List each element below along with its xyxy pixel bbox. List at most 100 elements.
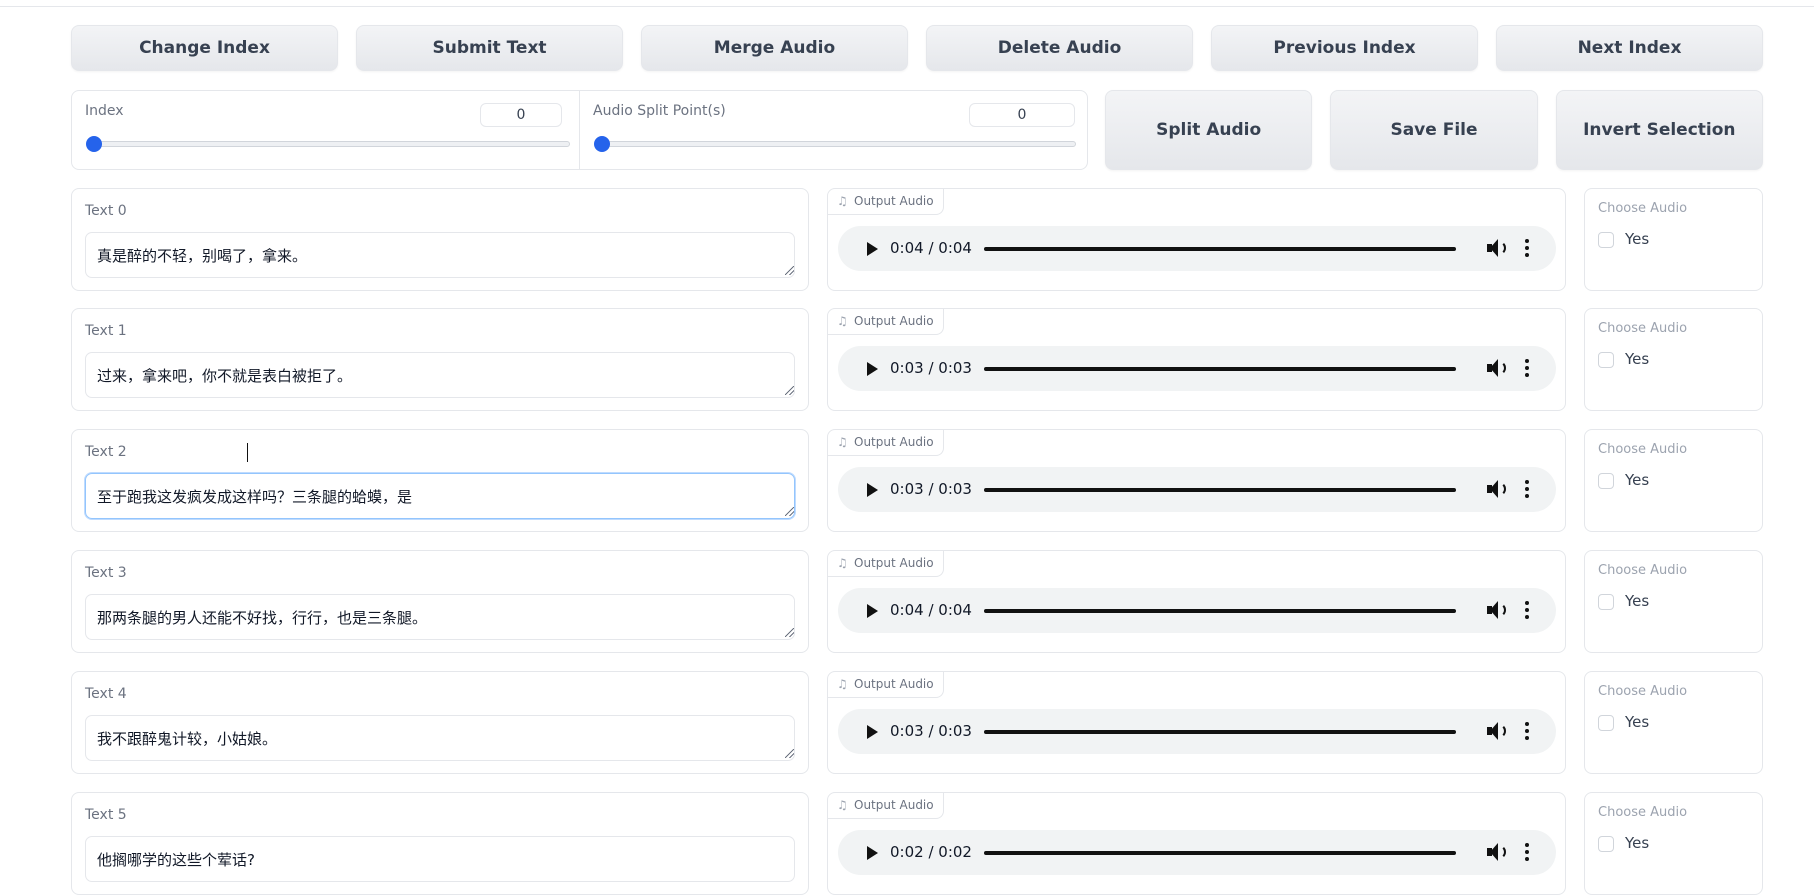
- yes-checkbox[interactable]: [1598, 836, 1614, 852]
- volume-icon[interactable]: [1486, 238, 1508, 258]
- audio-time: 0:03 / 0:03: [890, 480, 972, 498]
- submit-text-button[interactable]: Submit Text: [356, 25, 623, 71]
- more-vertical-icon[interactable]: [1525, 239, 1529, 259]
- choose-audio-panel: Choose Audio Yes: [1584, 308, 1763, 411]
- choose-audio-label: Choose Audio: [1598, 684, 1688, 699]
- yes-checkbox[interactable]: [1598, 473, 1614, 489]
- text-input[interactable]: 至于跑我这发疯发成这样吗？三条腿的蛤蟆，是: [85, 473, 795, 519]
- change-index-button[interactable]: Change Index: [71, 25, 338, 71]
- output-audio-tag: ♫ Output Audio: [828, 309, 944, 335]
- segment-row: Text 1 过来，拿来吧，你不就是表白被拒了。 ♫ Output Audio 0…: [71, 308, 1763, 411]
- text-input[interactable]: 那两条腿的男人还能不好找，行行，也是三条腿。: [85, 594, 795, 640]
- choose-audio-panel: Choose Audio Yes: [1584, 671, 1763, 774]
- text-input[interactable]: 他搁哪学的这些个荤话?: [85, 836, 795, 882]
- index-number-input[interactable]: 0: [480, 103, 562, 127]
- output-audio-label: Output Audio: [854, 677, 934, 691]
- volume-icon[interactable]: [1486, 842, 1508, 862]
- volume-icon[interactable]: [1486, 600, 1508, 620]
- text-label: Text 5: [85, 807, 127, 823]
- yes-checkbox-label[interactable]: Yes: [1625, 350, 1649, 368]
- audio-panel: ♫ Output Audio 0:02 / 0:02: [827, 792, 1566, 895]
- split-slider-thumb[interactable]: [594, 136, 610, 152]
- music-note-icon: ♫: [837, 194, 848, 208]
- yes-checkbox-label[interactable]: Yes: [1625, 713, 1649, 731]
- output-audio-label: Output Audio: [854, 314, 934, 328]
- text-panel: Text 1 过来，拿来吧，你不就是表白被拒了。: [71, 308, 809, 411]
- audio-progress-bar[interactable]: [984, 488, 1456, 492]
- yes-checkbox[interactable]: [1598, 352, 1614, 368]
- output-audio-label: Output Audio: [854, 194, 934, 208]
- audio-progress-bar[interactable]: [984, 247, 1456, 251]
- audio-player: 0:03 / 0:03: [838, 346, 1556, 391]
- yes-checkbox[interactable]: [1598, 594, 1614, 610]
- play-icon[interactable]: [867, 604, 878, 618]
- index-slider-track[interactable]: [92, 141, 570, 147]
- text-label: Text 0: [85, 203, 127, 219]
- audio-player: 0:02 / 0:02: [838, 830, 1556, 875]
- index-slider-thumb[interactable]: [86, 136, 102, 152]
- audio-player: 0:03 / 0:03: [838, 467, 1556, 512]
- resize-handle-icon[interactable]: [785, 386, 794, 395]
- play-icon[interactable]: [867, 362, 878, 376]
- text-input[interactable]: 我不跟醉鬼计较，小姑娘。: [85, 715, 795, 761]
- index-slider-label: Index: [85, 103, 124, 119]
- music-note-icon: ♫: [837, 677, 848, 691]
- merge-audio-button[interactable]: Merge Audio: [641, 25, 908, 71]
- previous-index-button[interactable]: Previous Index: [1211, 25, 1478, 71]
- more-vertical-icon[interactable]: [1525, 843, 1529, 863]
- resize-handle-icon[interactable]: [785, 628, 794, 637]
- play-icon[interactable]: [867, 725, 878, 739]
- invert-selection-button[interactable]: Invert Selection: [1555, 90, 1763, 170]
- split-slider-track[interactable]: [600, 141, 1076, 147]
- yes-checkbox[interactable]: [1598, 715, 1614, 731]
- volume-icon[interactable]: [1486, 721, 1508, 741]
- play-icon[interactable]: [867, 242, 878, 256]
- volume-icon[interactable]: [1486, 358, 1508, 378]
- output-audio-label: Output Audio: [854, 798, 934, 812]
- segment-row: Text 5 他搁哪学的这些个荤话? ♫ Output Audio 0:02 / …: [71, 792, 1763, 895]
- text-panel: Text 0 真是醉的不轻，别喝了，拿来。: [71, 188, 809, 291]
- resize-handle-icon[interactable]: [785, 507, 794, 516]
- output-audio-tag: ♫ Output Audio: [828, 672, 944, 698]
- yes-checkbox-label[interactable]: Yes: [1625, 592, 1649, 610]
- more-vertical-icon[interactable]: [1525, 480, 1529, 500]
- audio-panel: ♫ Output Audio 0:03 / 0:03: [827, 429, 1566, 532]
- yes-checkbox-label[interactable]: Yes: [1625, 834, 1649, 852]
- audio-panel: ♫ Output Audio 0:04 / 0:04: [827, 188, 1566, 291]
- text-input[interactable]: 过来，拿来吧，你不就是表白被拒了。: [85, 352, 795, 398]
- yes-checkbox-label[interactable]: Yes: [1625, 230, 1649, 248]
- choose-audio-panel: Choose Audio Yes: [1584, 792, 1763, 895]
- choose-audio-panel: Choose Audio Yes: [1584, 550, 1763, 653]
- text-panel: Text 4 我不跟醉鬼计较，小姑娘。: [71, 671, 809, 774]
- music-note-icon: ♫: [837, 435, 848, 449]
- split-number-input[interactable]: 0: [969, 103, 1075, 127]
- play-icon[interactable]: [867, 483, 878, 497]
- output-audio-label: Output Audio: [854, 556, 934, 570]
- audio-progress-bar[interactable]: [984, 367, 1456, 371]
- split-audio-button[interactable]: Split Audio: [1105, 90, 1313, 170]
- audio-progress-bar[interactable]: [984, 851, 1456, 855]
- save-file-button[interactable]: Save File: [1330, 90, 1538, 170]
- next-index-button[interactable]: Next Index: [1496, 25, 1763, 71]
- audio-progress-bar[interactable]: [984, 730, 1456, 734]
- text-input[interactable]: 真是醉的不轻，别喝了，拿来。: [85, 232, 795, 278]
- action-buttons: Split Audio Save File Invert Selection: [1105, 90, 1763, 170]
- audio-panel: ♫ Output Audio 0:04 / 0:04: [827, 550, 1566, 653]
- delete-audio-button[interactable]: Delete Audio: [926, 25, 1193, 71]
- audio-progress-bar[interactable]: [984, 609, 1456, 613]
- more-vertical-icon[interactable]: [1525, 359, 1529, 379]
- resize-handle-icon[interactable]: [785, 266, 794, 275]
- audio-player: 0:04 / 0:04: [838, 226, 1556, 271]
- more-vertical-icon[interactable]: [1525, 722, 1529, 742]
- choose-audio-label: Choose Audio: [1598, 442, 1688, 457]
- yes-checkbox-label[interactable]: Yes: [1625, 471, 1649, 489]
- play-icon[interactable]: [867, 846, 878, 860]
- yes-checkbox[interactable]: [1598, 232, 1614, 248]
- resize-handle-icon[interactable]: [785, 749, 794, 758]
- more-vertical-icon[interactable]: [1525, 601, 1529, 621]
- audio-panel: ♫ Output Audio 0:03 / 0:03: [827, 308, 1566, 411]
- volume-icon[interactable]: [1486, 479, 1508, 499]
- audio-player: 0:03 / 0:03: [838, 709, 1556, 754]
- text-label: Text 1: [85, 323, 127, 339]
- choose-audio-panel: Choose Audio Yes: [1584, 188, 1763, 291]
